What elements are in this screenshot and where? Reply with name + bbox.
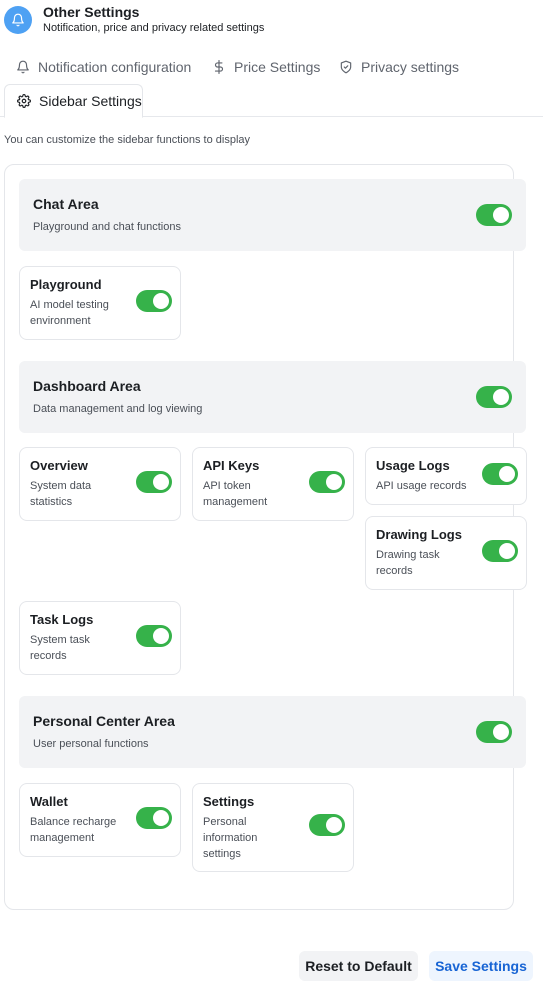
area-personal-center-toggle[interactable] — [476, 721, 512, 743]
shield-icon — [340, 60, 352, 74]
item-title: Usage Logs — [376, 458, 450, 473]
tab-sidebar-settings[interactable]: Sidebar Settings — [4, 84, 143, 118]
tab-label: Notification configuration — [38, 59, 192, 75]
area-dashboard: Dashboard Area Data management and log v… — [19, 361, 526, 433]
area-title: Chat Area — [33, 196, 99, 212]
tab-privacy-settings[interactable]: Privacy settings — [339, 59, 459, 75]
section-description: You can customize the sidebar functions … — [4, 134, 251, 146]
tab-price-settings[interactable]: Price Settings — [212, 59, 320, 75]
item-title: Task Logs — [30, 612, 94, 627]
item-title: Playground — [30, 277, 102, 292]
item-description: System data statistics — [30, 480, 92, 508]
page-subtitle: Notification, price and privacy related … — [43, 22, 265, 34]
item-card-api-keys: API Keys API token management — [192, 447, 354, 521]
item-description: Balance recharge management — [30, 816, 117, 844]
api-keys-toggle[interactable] — [309, 471, 345, 493]
drawing-logs-toggle[interactable] — [482, 540, 518, 562]
item-card-playground: Playground AI model testing environment — [19, 266, 181, 340]
area-personal-center: Personal Center Area User personal funct… — [19, 696, 526, 768]
area-description: Data management and log viewing — [33, 403, 203, 415]
item-title: Settings — [203, 794, 255, 809]
area-title: Personal Center Area — [33, 713, 175, 729]
item-title: API Keys — [203, 458, 260, 473]
item-description: System task records — [30, 634, 90, 662]
item-title: Drawing Logs — [376, 527, 462, 542]
bell-icon — [17, 60, 29, 74]
wallet-toggle[interactable] — [136, 807, 172, 829]
dollar-icon — [214, 60, 224, 74]
item-card-task-logs: Task Logs System task records — [19, 601, 181, 675]
item-title: Wallet — [30, 794, 68, 809]
item-card-settings: Settings Personal information settings — [192, 783, 354, 872]
tab-label: Price Settings — [234, 59, 321, 75]
tab-label: Privacy settings — [361, 59, 460, 75]
area-chat: Chat Area Playground and chat functions — [19, 179, 526, 251]
save-settings-button[interactable]: Save Settings — [429, 951, 533, 981]
reset-to-default-button[interactable]: Reset to Default — [299, 951, 418, 981]
playground-toggle[interactable] — [136, 290, 172, 312]
area-chat-toggle[interactable] — [476, 204, 512, 226]
settings-toggle[interactable] — [309, 814, 345, 836]
gear-icon — [17, 94, 31, 108]
tab-label: Sidebar Settings — [39, 93, 142, 109]
item-card-overview: Overview System data statistics — [19, 447, 181, 521]
item-description: API token management — [203, 480, 268, 508]
item-title: Overview — [30, 458, 88, 473]
item-card-drawing-logs: Drawing Logs Drawing task records — [365, 516, 527, 590]
area-title: Dashboard Area — [33, 378, 141, 394]
item-card-usage-logs: Usage Logs API usage records — [365, 447, 527, 505]
area-description: User personal functions — [33, 738, 149, 750]
page-header: Other Settings Notification, price and p… — [4, 4, 264, 36]
tab-notification-configuration[interactable]: Notification configuration — [16, 59, 191, 75]
usage-logs-toggle[interactable] — [482, 463, 518, 485]
area-dashboard-toggle[interactable] — [476, 386, 512, 408]
page-title: Other Settings — [43, 4, 140, 20]
item-description: API usage records — [376, 480, 467, 492]
item-description: Personal information settings — [203, 816, 258, 860]
item-card-wallet: Wallet Balance recharge management — [19, 783, 181, 857]
area-description: Playground and chat functions — [33, 221, 181, 233]
overview-toggle[interactable] — [136, 471, 172, 493]
task-logs-toggle[interactable] — [136, 625, 172, 647]
item-description: Drawing task records — [376, 549, 440, 577]
bell-icon — [4, 6, 32, 34]
item-description: AI model testing environment — [30, 299, 109, 327]
